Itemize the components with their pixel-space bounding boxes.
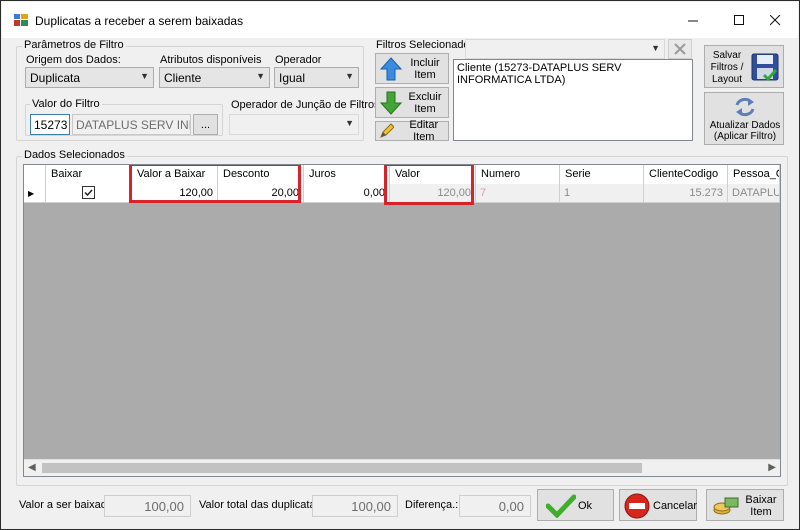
pencil-icon <box>380 123 394 138</box>
row-indicator[interactable]: ▶ <box>24 184 46 203</box>
column-header-pessoa[interactable]: Pessoa_Cl <box>728 165 780 184</box>
cancel-button[interactable]: Cancelar <box>619 489 697 521</box>
include-item-button[interactable]: Incluir Item <box>375 53 449 84</box>
edit-item-label: Editar Item <box>409 119 439 143</box>
horizontal-scrollbar[interactable]: ◀ ▶ <box>24 459 780 476</box>
filter-code-input[interactable]: 15273 <box>30 114 70 135</box>
column-header-numero[interactable]: Numero <box>476 165 560 184</box>
ok-button[interactable]: Ok <box>537 489 614 521</box>
save-disk-icon <box>751 53 779 81</box>
filter-list-item[interactable]: Cliente (15273-DATAPLUS SERV INFORMATICA… <box>457 62 689 86</box>
checkmark-icon <box>546 494 576 518</box>
selected-filters-list[interactable]: Cliente (15273-DATAPLUS SERV INFORMATICA… <box>453 59 693 141</box>
valor-cell: 120,00 <box>390 184 476 203</box>
attributes-value: Cliente <box>164 71 202 85</box>
cancel-label: Cancelar <box>653 500 698 512</box>
baixar-item-label: Baixar Item <box>745 494 777 518</box>
origin-value: Duplicata <box>30 71 81 85</box>
exclude-item-label: Excluir Item <box>408 90 442 115</box>
close-button[interactable] <box>752 2 798 38</box>
row-pointer-icon: ▶ <box>28 189 35 198</box>
no-entry-icon <box>624 493 650 519</box>
column-header-valor[interactable]: Valor <box>390 165 476 184</box>
selected-filters-label: Filtros Selecionados <box>376 39 476 51</box>
scrollbar-thumb[interactable] <box>42 463 642 473</box>
clear-filter-button[interactable] <box>668 39 692 59</box>
window-title: Duplicatas a receber a serem baixadas <box>35 14 244 28</box>
operator-label: Operador <box>275 54 322 66</box>
column-header-serie[interactable]: Serie <box>560 165 644 184</box>
maximize-icon <box>733 14 744 25</box>
column-header-juros[interactable]: Juros <box>304 165 390 184</box>
pessoa-cell: DATAPLUS <box>728 184 780 203</box>
data-group-title: Dados Selecionados <box>22 149 127 161</box>
table-row[interactable]: ▶ 120,00 20,00 0,00 120,00 7 1 15.273 DA… <box>24 184 780 203</box>
close-icon <box>769 14 780 25</box>
cliente-codigo-cell: 15.273 <box>644 184 728 203</box>
column-header-valor-a-baixar[interactable]: Valor a Baixar <box>132 165 218 184</box>
chevron-down-icon: ▼ <box>256 71 265 81</box>
include-item-label: Incluir Item <box>410 56 440 81</box>
filter-name-field: DATAPLUS SERV INF <box>72 114 191 135</box>
baixar-item-button[interactable]: Baixar Item <box>706 489 784 521</box>
app-window: Duplicatas a receber a serem baixadas Pa… <box>0 0 800 530</box>
selected-filters-combo[interactable]: ▼ <box>465 39 665 59</box>
browse-button[interactable]: ... <box>193 114 218 135</box>
column-header-cliente-codigo[interactable]: ClienteCodigo <box>644 165 728 184</box>
attributes-select[interactable]: Cliente ▼ <box>159 67 270 88</box>
title-bar: Duplicatas a receber a serem baixadas <box>2 2 798 38</box>
row-header-corner <box>24 165 46 184</box>
minimize-icon <box>687 20 698 21</box>
save-filters-label: Salvar Filtros / Layout <box>710 50 744 85</box>
column-header-baixar[interactable]: Baixar <box>46 165 132 184</box>
diferenca-label: Diferença.: <box>405 499 459 511</box>
refresh-icon <box>735 97 755 117</box>
refresh-data-label: Atualizar Dados (Aplicar Filtro) <box>709 120 781 142</box>
checkbox-checked-icon[interactable] <box>82 186 95 199</box>
operator-value: Igual <box>279 71 306 85</box>
filter-params-title: Parâmetros de Filtro <box>22 39 126 51</box>
juros-cell[interactable]: 0,00 <box>304 184 390 203</box>
chevron-down-icon: ▼ <box>345 118 354 128</box>
arrow-down-icon <box>379 91 403 115</box>
diferenca-field: 0,00 <box>459 495 531 517</box>
scroll-right-icon[interactable]: ▶ <box>768 462 776 473</box>
ok-label: Ok <box>578 500 593 512</box>
refresh-data-button[interactable]: Atualizar Dados (Aplicar Filtro) <box>704 92 784 145</box>
money-icon <box>713 497 739 515</box>
valor-baixado-field: 100,00 <box>104 495 191 517</box>
grid-header: Baixar Valor a Baixar Desconto Juros Val… <box>24 165 780 184</box>
desconto-cell[interactable]: 20,00 <box>218 184 304 203</box>
valor-a-baixar-cell[interactable]: 120,00 <box>132 184 218 203</box>
minimize-button[interactable] <box>670 2 716 38</box>
edit-item-button[interactable]: Editar Item <box>375 119 449 143</box>
exclude-item-button[interactable]: Excluir Item <box>375 87 449 118</box>
valor-total-label: Valor total das duplicatas.: <box>199 499 328 511</box>
chevron-down-icon: ▼ <box>140 71 149 81</box>
chevron-down-icon: ▼ <box>651 43 660 53</box>
arrow-up-icon <box>379 56 403 80</box>
serie-cell: 1 <box>560 184 644 203</box>
data-grid[interactable]: Baixar Valor a Baixar Desconto Juros Val… <box>23 164 781 477</box>
join-operator-label: Operador de Junção de Filtros <box>231 99 380 111</box>
chevron-down-icon: ▼ <box>345 71 354 81</box>
numero-cell: 7 <box>476 184 560 203</box>
baixar-checkbox-cell[interactable] <box>46 184 132 203</box>
origin-select[interactable]: Duplicata ▼ <box>25 67 154 88</box>
origin-label: Origem dos Dados: <box>26 54 121 66</box>
operator-select[interactable]: Igual ▼ <box>274 67 359 88</box>
save-filters-button[interactable]: Salvar Filtros / Layout <box>704 45 784 88</box>
clear-icon <box>674 43 686 55</box>
valor-total-field: 100,00 <box>312 495 398 517</box>
join-operator-select[interactable]: ▼ <box>229 114 359 135</box>
filter-value-label: Valor do Filtro <box>30 98 102 110</box>
column-header-desconto[interactable]: Desconto <box>218 165 304 184</box>
scroll-left-icon[interactable]: ◀ <box>28 462 36 473</box>
app-icon <box>14 14 28 26</box>
attributes-label: Atributos disponíveis <box>160 54 262 66</box>
